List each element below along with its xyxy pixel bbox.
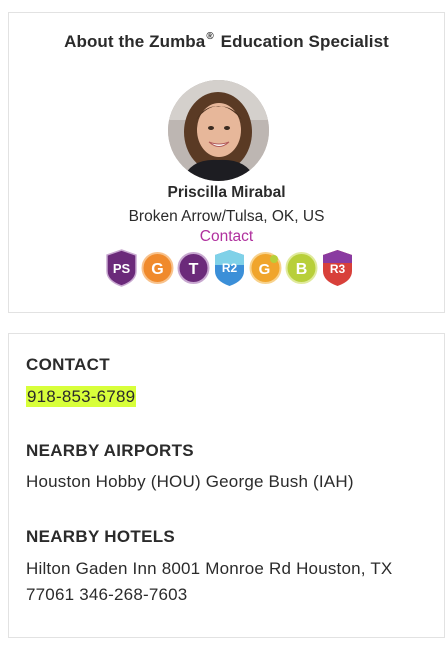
svg-text:R3: R3 bbox=[330, 262, 346, 276]
title-prefix: About the Zumba bbox=[64, 32, 206, 51]
b-badge-icon[interactable]: B bbox=[285, 249, 318, 287]
hotels-text: Hilton Gaden Inn 8001 Monroe Rd Houston,… bbox=[26, 556, 392, 608]
svg-text:G: G bbox=[151, 261, 163, 278]
hotels-heading: NEARBY HOTELS bbox=[26, 527, 176, 546]
t-badge-icon[interactable]: T bbox=[177, 249, 210, 287]
title-suffix: Education Specialist bbox=[220, 32, 389, 51]
phone-line: 918-853-6789 bbox=[26, 384, 137, 410]
contact-heading: CONTACT bbox=[26, 355, 110, 374]
avatar bbox=[168, 80, 269, 181]
svg-text:G: G bbox=[259, 261, 271, 278]
contact-link[interactable]: Contact bbox=[9, 228, 444, 246]
avatar-photo bbox=[168, 80, 269, 181]
ps-badge-icon[interactable]: PS bbox=[105, 249, 138, 287]
airports-heading: NEARBY AIRPORTS bbox=[26, 441, 194, 460]
r2-badge-icon[interactable]: R2 bbox=[213, 249, 246, 287]
airports-text: Houston Hobby (HOU) George Bush (IAH) bbox=[26, 472, 354, 491]
g-badge-icon[interactable]: G bbox=[141, 249, 174, 287]
svg-text:R2: R2 bbox=[222, 261, 238, 275]
specialist-name: Priscilla Mirabal bbox=[167, 184, 286, 201]
info-card: CONTACT 918-853-6789 NEARBY AIRPORTS Hou… bbox=[8, 333, 445, 638]
phone-number[interactable]: 918-853-6789 bbox=[26, 386, 137, 407]
registered-mark: ® bbox=[206, 31, 214, 43]
svg-text:T: T bbox=[189, 261, 199, 278]
specialist-location: Broken Arrow/Tulsa, OK, US bbox=[128, 208, 325, 225]
hotels-line-1: Hilton Gaden Inn 8001 Monroe Rd Houston,… bbox=[26, 559, 393, 578]
hotels-line-2: 77061 346-268-7603 bbox=[26, 585, 188, 604]
r3-badge-icon[interactable]: R3 bbox=[321, 249, 354, 287]
svg-text:PS: PS bbox=[113, 261, 131, 276]
about-title: About the Zumba® Education Specialist bbox=[9, 31, 444, 52]
svg-text:B: B bbox=[296, 261, 308, 278]
about-specialist-card: About the Zumba® Education Specialist Pr… bbox=[8, 12, 445, 313]
badge-row: PS G T R2 G B R3 bbox=[105, 249, 354, 287]
g-bronze-badge-icon[interactable]: G bbox=[249, 249, 282, 287]
